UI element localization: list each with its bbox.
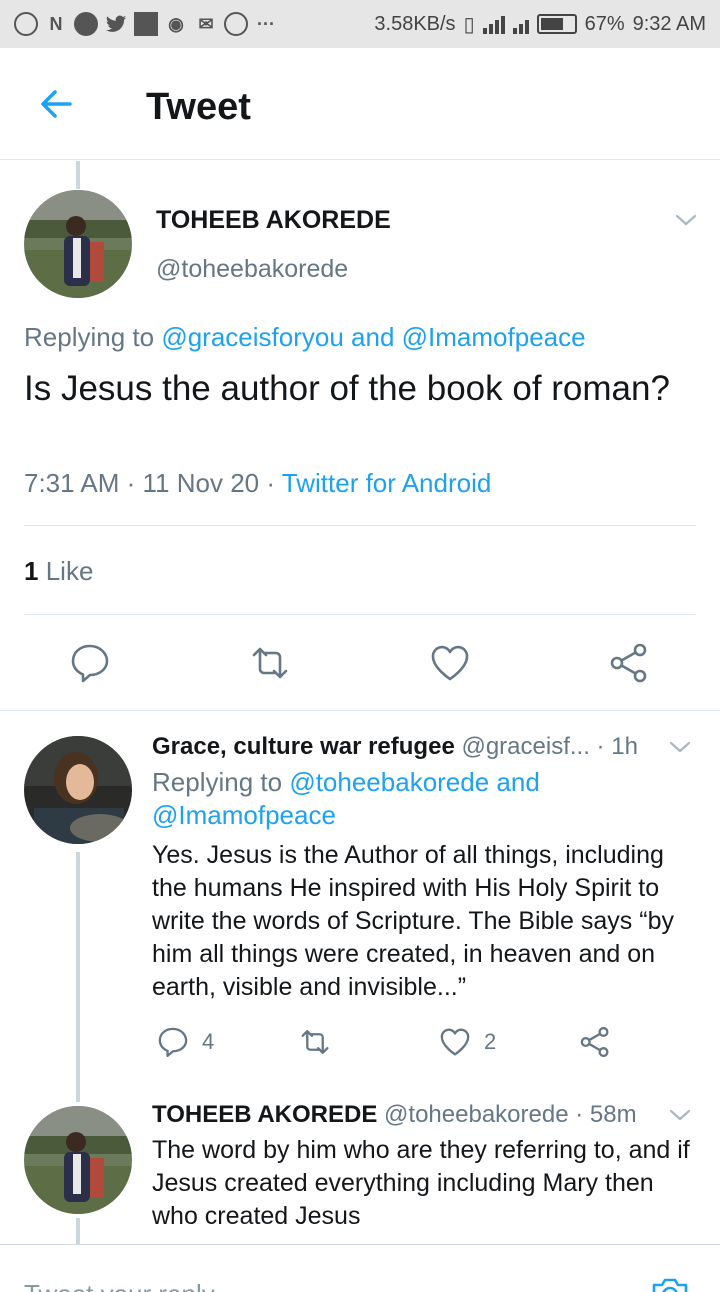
page-title: Tweet (146, 86, 251, 128)
like-action[interactable]: 2 (438, 1025, 496, 1059)
like-count: 2 (484, 1029, 497, 1054)
tweet-date: 11 Nov 20 (142, 468, 260, 498)
divider (0, 710, 720, 711)
reply-action[interactable]: 4 (156, 1025, 214, 1059)
reply-author-handle[interactable]: @toheebakorede (384, 1101, 569, 1128)
like-icon (440, 1028, 470, 1056)
author-name[interactable]: TOHEEB AKOREDE (156, 206, 391, 235)
reply-icon (158, 1027, 188, 1058)
back-arrow-icon[interactable] (36, 84, 76, 124)
reply-header: TOHEEB AKOREDE @toheebakorede · 58m (152, 1101, 637, 1129)
reply-replying-to: Replying to @toheebakorede and @Imamofpe… (152, 766, 672, 832)
retweet-icon[interactable] (248, 641, 292, 685)
signal-icon-2 (512, 14, 529, 34)
like-count-number: 1 (24, 556, 39, 586)
reply-separator: · (596, 733, 612, 760)
camera-icon[interactable] (648, 1271, 692, 1292)
image-icon (134, 12, 158, 36)
mail-icon: ✉ (198, 13, 214, 34)
likes-count[interactable]: 1 Like (24, 556, 93, 587)
status-bar: N ◉ ✉ ··· 3.58KB/s ▯ 67% 9:32 AM (0, 0, 720, 48)
author-handle[interactable]: @toheebakorede (156, 255, 348, 284)
share-action[interactable] (578, 1025, 612, 1059)
divider (24, 525, 696, 526)
retweet-action[interactable] (298, 1025, 332, 1059)
avatar[interactable] (24, 736, 132, 844)
like-count-label: Like (45, 556, 94, 586)
reply-text: Yes. Jesus is the Author of all things, … (152, 841, 674, 1001)
chevron-down-icon[interactable] (668, 1103, 692, 1127)
reply-author-name[interactable]: TOHEEB AKOREDE (152, 1101, 377, 1128)
reply-author-name[interactable]: Grace, culture war refugee (152, 733, 455, 760)
thread-line (76, 1218, 80, 1244)
app-bar: Tweet (0, 48, 720, 160)
tweet-source[interactable]: Twitter for Android (282, 468, 492, 498)
tweet-time: 7:31 AM (24, 468, 120, 498)
clock: 9:32 AM (632, 12, 706, 35)
replying-to: Replying to @graceisforyou and @Imamofpe… (24, 322, 586, 353)
mention-link[interactable]: @graceisforyou (161, 322, 343, 352)
mention-link[interactable]: @Imamofpeace (402, 322, 586, 352)
avatar[interactable] (24, 1106, 132, 1214)
meta-separator: · (126, 468, 143, 498)
chevron-down-icon[interactable] (668, 735, 692, 759)
reply-input[interactable]: Tweet your reply (24, 1279, 215, 1292)
battery-percent: 67% (584, 12, 625, 35)
replying-label: Replying to (24, 322, 155, 352)
meta-separator: · (266, 468, 282, 498)
vibrate-icon: ▯ (463, 13, 475, 36)
reply-separator: · (575, 1101, 590, 1128)
share-icon (580, 1026, 609, 1058)
avatar[interactable] (24, 190, 132, 298)
tweet-meta: 7:31 AM · 11 Nov 20 · Twitter for Androi… (24, 468, 491, 499)
thread-line-top (76, 161, 80, 189)
notification-icons: N ◉ ✉ ··· (14, 12, 278, 36)
reply-time: 1h (611, 733, 638, 760)
more-notifications-icon: ··· (257, 13, 275, 34)
reply-time: 58m (589, 1101, 637, 1128)
status-right: 3.58KB/s ▯ 67% 9:32 AM (374, 12, 706, 37)
replying-label: Replying to (152, 767, 283, 797)
tweet-text: Is Jesus the author of the book of roman… (24, 369, 670, 408)
like-icon[interactable] (428, 641, 472, 685)
battery-icon (536, 14, 577, 34)
dot-icon (74, 12, 98, 36)
divider (24, 614, 696, 615)
share-icon[interactable] (607, 641, 651, 685)
network-speed: 3.58KB/s (374, 12, 456, 35)
thread-line (76, 852, 80, 1102)
reply-count: 4 (202, 1029, 215, 1054)
compose-bar[interactable]: Tweet your reply (0, 1244, 720, 1292)
camera-status-icon: ◉ (168, 13, 184, 34)
retweet-icon (301, 1030, 329, 1054)
reply-icon[interactable] (68, 641, 112, 685)
twitter-notification-icon (104, 12, 128, 36)
reply-header: Grace, culture war refugee @graceisf... … (152, 733, 638, 761)
whatsapp-icon (224, 12, 248, 36)
notification-n-icon: N (49, 13, 63, 34)
reply-author-handle[interactable]: @graceisf... (461, 733, 589, 760)
replying-and: and (351, 322, 395, 352)
app-icon (14, 12, 38, 36)
reply-text: The word by him who are they referring t… (152, 1136, 690, 1230)
chevron-down-icon[interactable] (674, 208, 698, 232)
signal-icon (482, 14, 505, 34)
